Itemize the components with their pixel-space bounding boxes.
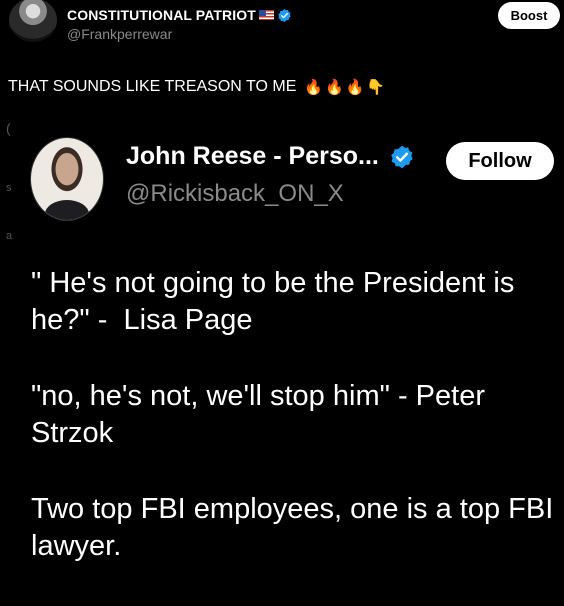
tweet-paragraph: Two top FBI employees, one is a top FBI … xyxy=(31,493,554,562)
post-author-name[interactable]: CONSTITUTIONAL PATRIOT xyxy=(67,7,256,23)
fire-emoji: 🔥 xyxy=(304,79,324,96)
edge-artifact: ( xyxy=(6,120,11,136)
post-text: THAT SOUNDS LIKE TREASON TO ME 🔥 🔥 🔥 👇 xyxy=(8,78,385,96)
embedded-author-avatar[interactable] xyxy=(30,137,104,221)
post-author[interactable]: CONSTITUTIONAL PATRIOT xyxy=(67,7,292,23)
edge-artifact: s xyxy=(6,182,12,194)
verified-badge-icon xyxy=(391,145,413,168)
us-flag-icon xyxy=(258,10,274,20)
embedded-author[interactable]: John Reese - Perso... xyxy=(126,142,415,171)
verified-badge-icon xyxy=(278,8,291,22)
embedded-tweet-body: " He's not going to be the President is … xyxy=(31,265,561,604)
post-text-content: THAT SOUNDS LIKE TREASON TO ME xyxy=(8,78,297,95)
edge-artifact: a xyxy=(6,230,13,242)
pointing-down-emoji: 👇 xyxy=(366,79,386,96)
tweet-paragraph: " He's not going to be the President is … xyxy=(31,267,523,336)
embedded-author-name[interactable]: John Reese - Perso... xyxy=(126,142,379,171)
follow-button[interactable]: Follow xyxy=(446,142,554,180)
boost-button[interactable]: Boost xyxy=(498,2,560,29)
author-avatar[interactable] xyxy=(9,0,57,42)
emoji-row: 🔥 🔥 🔥 👇 xyxy=(304,78,385,96)
fire-emoji: 🔥 xyxy=(325,79,344,96)
post-author-handle[interactable]: @Frankperrewar xyxy=(67,26,172,42)
tweet-paragraph: "no, he's not, we'll stop him" - Peter S… xyxy=(31,380,494,449)
embedded-author-handle[interactable]: @Rickisback_ON_X xyxy=(126,180,344,208)
fire-emoji: 🔥 xyxy=(345,79,365,96)
